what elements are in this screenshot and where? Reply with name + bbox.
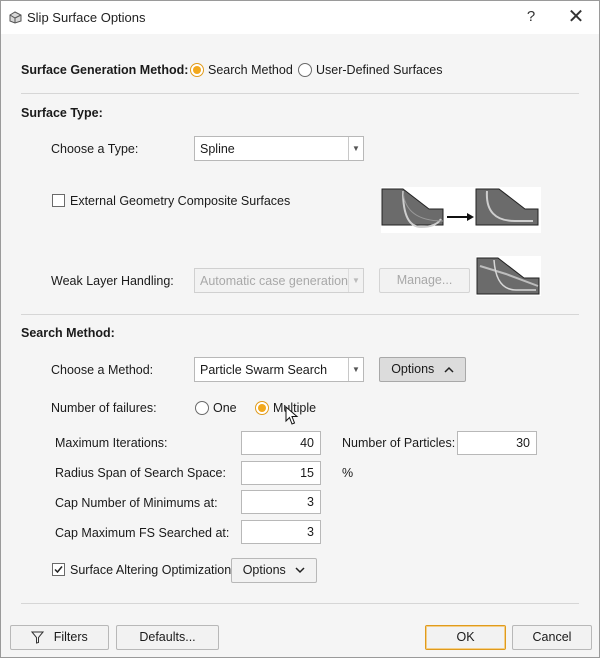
app-icon [9, 11, 22, 24]
weak-layer-preview-icon [476, 256, 541, 296]
title-bar: Slip Surface Options ? ✕ [1, 1, 599, 34]
divider [21, 314, 579, 315]
radius-span-input[interactable]: 15 [241, 461, 321, 485]
slip-surface-options-dialog: Slip Surface Options ? ✕ Surface Generat… [0, 0, 600, 658]
choose-type-label: Choose a Type: [51, 142, 139, 156]
search-method-dropdown[interactable]: Particle Swarm Search ▼ [194, 357, 364, 382]
help-button[interactable]: ? [517, 5, 545, 29]
surface-altering-options-label: Options [242, 563, 286, 577]
manage-button[interactable]: Manage... [379, 268, 470, 293]
external-geometry-checkbox[interactable] [52, 194, 65, 207]
failures-one-label[interactable]: One [213, 401, 237, 415]
cap-fs-label: Cap Maximum FS Searched at: [55, 526, 230, 540]
chevron-down-icon: ▼ [348, 137, 363, 160]
divider [21, 603, 579, 604]
surface-altering-label[interactable]: Surface Altering Optimization [70, 563, 231, 577]
choose-method-label: Choose a Method: [51, 363, 154, 377]
search-method-radio-label[interactable]: Search Method [208, 63, 293, 77]
weak-layer-label: Weak Layer Handling: [51, 274, 174, 288]
filter-icon [31, 631, 45, 644]
filters-label: Filters [53, 630, 88, 644]
surface-altering-checkbox[interactable] [52, 563, 65, 576]
cap-minimums-input[interactable]: 3 [241, 490, 321, 514]
composite-surface-preview-icon [381, 187, 541, 233]
defaults-button[interactable]: Defaults... [116, 625, 219, 650]
surface-type-value: Spline [200, 142, 235, 156]
search-options-label: Options [391, 362, 435, 376]
ok-button[interactable]: OK [425, 625, 506, 650]
divider [21, 93, 579, 94]
failures-multiple-radio[interactable] [255, 401, 269, 415]
user-defined-radio-label[interactable]: User-Defined Surfaces [316, 63, 442, 77]
failures-one-radio[interactable] [195, 401, 209, 415]
radius-span-label: Radius Span of Search Space: [55, 466, 226, 480]
weak-layer-dropdown[interactable]: Automatic case generation ▼ [194, 268, 364, 293]
mouse-cursor-icon [285, 406, 299, 425]
search-method-radio[interactable] [190, 63, 204, 77]
filters-button[interactable]: Filters [10, 625, 109, 650]
num-particles-input[interactable]: 30 [457, 431, 537, 455]
external-geometry-label[interactable]: External Geometry Composite Surfaces [70, 194, 290, 208]
search-method-value: Particle Swarm Search [200, 363, 328, 377]
surface-altering-options-button[interactable]: Options [231, 558, 317, 583]
cap-fs-input[interactable]: 3 [241, 520, 321, 544]
surface-type-heading: Surface Type: [21, 106, 103, 120]
checkmark-icon [54, 566, 63, 574]
search-options-button[interactable]: Options [379, 357, 466, 382]
window-title: Slip Surface Options [27, 10, 146, 25]
max-iterations-label: Maximum Iterations: [55, 436, 168, 450]
chevron-down-icon [295, 567, 305, 574]
chevron-up-icon [444, 367, 454, 373]
search-method-heading: Search Method: [21, 326, 115, 340]
surface-type-dropdown[interactable]: Spline ▼ [194, 136, 364, 161]
radius-unit-label: % [342, 466, 354, 480]
max-iterations-input[interactable]: 40 [241, 431, 321, 455]
chevron-down-icon: ▼ [348, 358, 363, 381]
num-particles-label: Number of Particles: [342, 436, 456, 450]
user-defined-radio[interactable] [298, 63, 312, 77]
cap-minimums-label: Cap Number of Minimums at: [55, 496, 218, 510]
weak-layer-value: Automatic case generation [200, 274, 349, 288]
close-button[interactable]: ✕ [561, 5, 591, 29]
chevron-down-icon: ▼ [348, 269, 363, 292]
surface-generation-label: Surface Generation Method: [21, 63, 189, 77]
failures-label: Number of failures: [51, 401, 157, 415]
cancel-button[interactable]: Cancel [512, 625, 592, 650]
